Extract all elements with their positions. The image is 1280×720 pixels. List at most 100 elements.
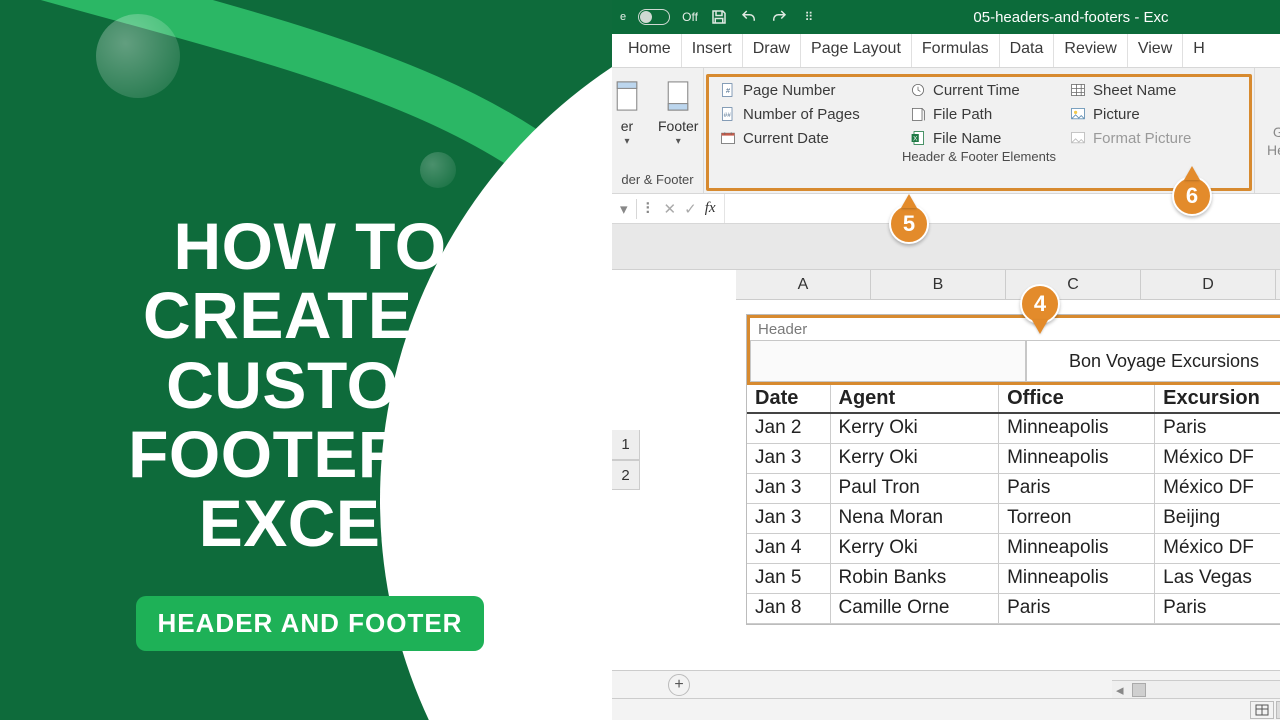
- cell[interactable]: Kerry Oki: [830, 443, 999, 473]
- sheet-name-button[interactable]: Sheet Name: [1069, 81, 1239, 99]
- cell[interactable]: Jan 4: [747, 533, 830, 563]
- name-box-dropdown-icon[interactable]: ▾: [620, 200, 628, 218]
- cell[interactable]: Jan 2: [747, 413, 830, 443]
- cell[interactable]: Jan 3: [747, 503, 830, 533]
- header-region[interactable]: Header Bon Voyage Excursions: [747, 315, 1280, 385]
- table-row[interactable]: Jan 5Robin BanksMinneapolisLas Vegas: [747, 563, 1280, 593]
- nav-line: Header: [1267, 142, 1280, 158]
- col-a[interactable]: A: [736, 270, 871, 299]
- tab-view[interactable]: View: [1128, 34, 1183, 67]
- cell[interactable]: Camille Orne: [830, 593, 999, 623]
- chevron-down-icon: ▾: [624, 136, 629, 147]
- th-agent[interactable]: Agent: [830, 385, 999, 413]
- callout-5-num: 5: [903, 211, 915, 237]
- tab-draw[interactable]: Draw: [743, 34, 801, 67]
- sheet-icon: [1069, 81, 1087, 99]
- page-number-button[interactable]: # Page Number: [719, 81, 909, 99]
- header-center-cell[interactable]: Bon Voyage Excursions: [1026, 340, 1280, 382]
- group-label-nav: Navigati: [1263, 170, 1280, 191]
- cell[interactable]: Minneapolis: [999, 413, 1155, 443]
- group-label-hf: der & Footer: [620, 170, 695, 191]
- page-layout-area: Header Bon Voyage Excursions Date Agent …: [612, 300, 1280, 625]
- cell[interactable]: Jan 5: [747, 563, 830, 593]
- chevron-down-icon: ▾: [676, 136, 681, 147]
- cell[interactable]: México DF: [1155, 533, 1280, 563]
- picture-button[interactable]: Picture: [1069, 105, 1239, 123]
- cell[interactable]: Paris: [999, 593, 1155, 623]
- horizontal-scrollbar[interactable]: ◂: [1112, 680, 1280, 698]
- cell[interactable]: Jan 3: [747, 473, 830, 503]
- cancel-icon[interactable]: ✕: [664, 200, 677, 218]
- table-row[interactable]: Jan 3Kerry OkiMinneapolisMéxico DF: [747, 443, 1280, 473]
- cell[interactable]: Kerry Oki: [830, 413, 999, 443]
- th-date[interactable]: Date: [747, 385, 830, 413]
- new-sheet-button[interactable]: +: [668, 674, 690, 696]
- table-row[interactable]: Jan 3Nena MoranTorreonBeijing: [747, 503, 1280, 533]
- go-to-header-button[interactable]: Go to Header: [1263, 78, 1280, 158]
- cell[interactable]: Minneapolis: [999, 533, 1155, 563]
- cell[interactable]: Minneapolis: [999, 443, 1155, 473]
- tab-data[interactable]: Data: [1000, 34, 1055, 67]
- cell[interactable]: Paul Tron: [830, 473, 999, 503]
- normal-view-button[interactable]: [1250, 701, 1274, 719]
- file-name-button[interactable]: X File Name: [909, 129, 1069, 147]
- cell[interactable]: Robin Banks: [830, 563, 999, 593]
- file-path-button[interactable]: File Path: [909, 105, 1069, 123]
- th-excursion[interactable]: Excursion: [1155, 385, 1280, 413]
- current-time-button[interactable]: Current Time: [909, 81, 1069, 99]
- undo-icon[interactable]: [740, 8, 758, 26]
- cell[interactable]: Paris: [999, 473, 1155, 503]
- header-center-text: Bon Voyage Excursions: [1069, 351, 1259, 372]
- file-path-icon: [909, 105, 927, 123]
- subtitle-pill: HEADER AND FOOTER: [136, 596, 485, 651]
- cell[interactable]: Jan 8: [747, 593, 830, 623]
- cell[interactable]: Kerry Oki: [830, 533, 999, 563]
- excel-file-icon: X: [909, 129, 927, 147]
- format-picture-label: Format Picture: [1093, 130, 1191, 147]
- tab-home[interactable]: Home: [618, 34, 682, 67]
- number-of-pages-button[interactable]: ## Number of Pages: [719, 105, 909, 123]
- cell[interactable]: México DF: [1155, 443, 1280, 473]
- horizontal-ruler: [612, 224, 1280, 270]
- cell[interactable]: Jan 3: [747, 443, 830, 473]
- header-left-cell[interactable]: [750, 340, 1026, 382]
- file-name-label: File Name: [933, 130, 1001, 147]
- save-icon[interactable]: [710, 8, 728, 26]
- redo-icon[interactable]: [770, 8, 788, 26]
- page-layout-view-button[interactable]: [1276, 701, 1280, 719]
- table-row[interactable]: Jan 3Paul TronParisMéxico DF: [747, 473, 1280, 503]
- cell[interactable]: Minneapolis: [999, 563, 1155, 593]
- col-d[interactable]: D: [1141, 270, 1276, 299]
- tab-insert[interactable]: Insert: [682, 34, 743, 67]
- table-row[interactable]: Jan 2Kerry OkiMinneapolisParis: [747, 413, 1280, 443]
- table-row[interactable]: Jan 4Kerry OkiMinneapolisMéxico DF: [747, 533, 1280, 563]
- header-button[interactable]: er ▾: [612, 72, 648, 147]
- tab-formulas[interactable]: Formulas: [912, 34, 1000, 67]
- current-date-button[interactable]: Current Date: [719, 129, 909, 147]
- cell[interactable]: Paris: [1155, 593, 1280, 623]
- page-icon: [661, 76, 695, 116]
- svg-text:X: X: [913, 135, 918, 142]
- footer-button[interactable]: Footer ▾: [654, 72, 702, 147]
- status-bar: [612, 698, 1280, 720]
- callout-4-num: 4: [1034, 291, 1046, 317]
- tab-page-layout[interactable]: Page Layout: [801, 34, 912, 67]
- tab-review[interactable]: Review: [1054, 34, 1127, 67]
- cell[interactable]: Beijing: [1155, 503, 1280, 533]
- cell[interactable]: Las Vegas: [1155, 563, 1280, 593]
- pages-icon: ##: [719, 105, 737, 123]
- cell[interactable]: Paris: [1155, 413, 1280, 443]
- tab-extra[interactable]: H: [1183, 34, 1215, 67]
- table-row[interactable]: Jan 8Camille OrneParisParis: [747, 593, 1280, 623]
- qat-more-icon[interactable]: ⠿: [800, 8, 818, 26]
- autosave-state: Off: [682, 10, 698, 24]
- picture-icon: [1069, 105, 1087, 123]
- col-b[interactable]: B: [871, 270, 1006, 299]
- th-office[interactable]: Office: [999, 385, 1155, 413]
- enter-icon[interactable]: ✓: [684, 200, 697, 218]
- autosave-toggle[interactable]: [638, 9, 670, 25]
- cell[interactable]: Nena Moran: [830, 503, 999, 533]
- cell[interactable]: Torreon: [999, 503, 1155, 533]
- cell[interactable]: México DF: [1155, 473, 1280, 503]
- fx-icon[interactable]: fx: [705, 200, 716, 217]
